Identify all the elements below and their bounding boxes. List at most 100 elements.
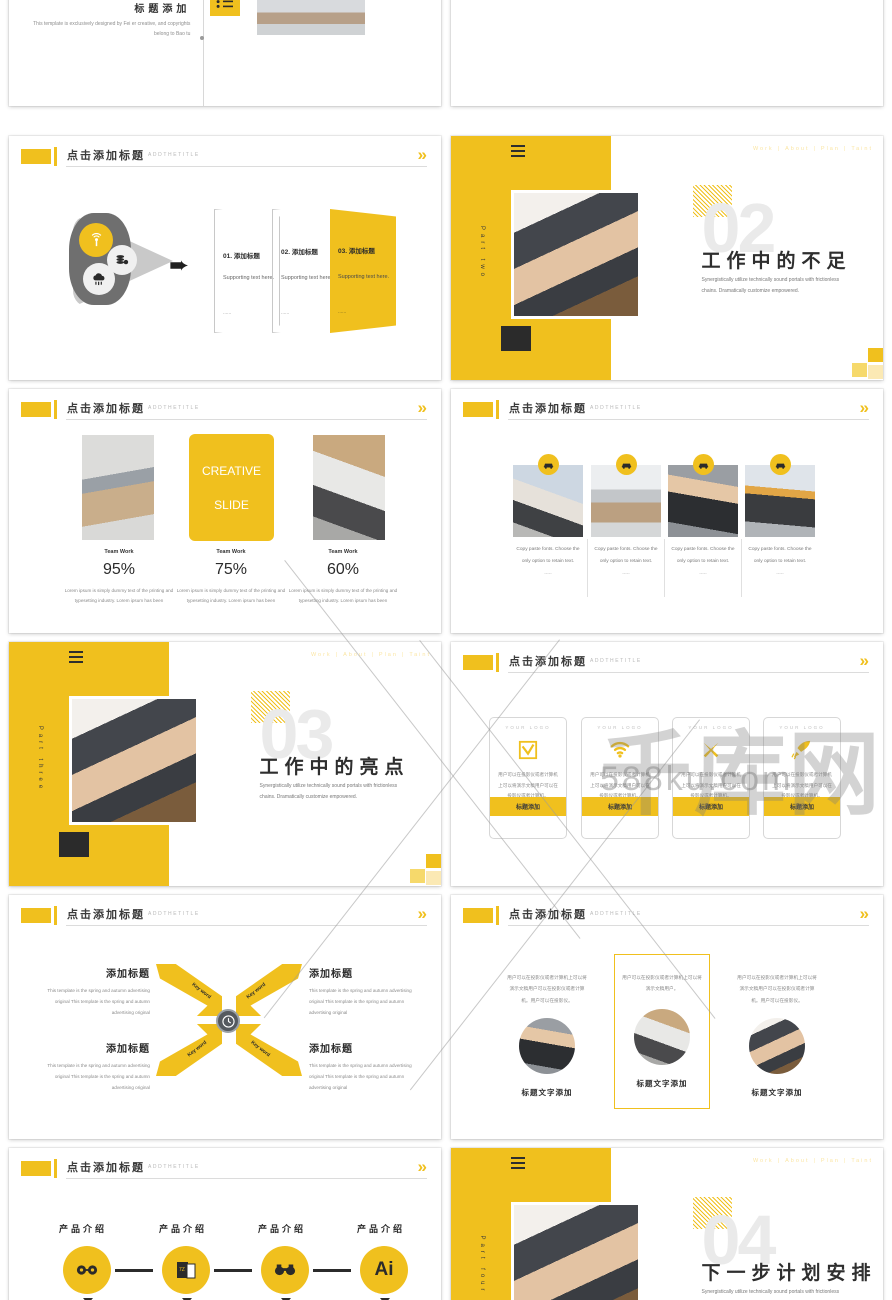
page-subtitle: ADDTHETITLE bbox=[590, 911, 642, 917]
binoculars-icon[interactable] bbox=[261, 1246, 309, 1294]
logo-card[interactable]: YOUR LOGO 用户可以在投影仪或者计算机上可以将演示文稿用户可以在投影仪或… bbox=[489, 717, 567, 839]
nav-item-about[interactable]: About bbox=[785, 1158, 809, 1164]
section-nav[interactable]: Work | About | Plan | Taint bbox=[311, 652, 431, 658]
funnel-panel-highlight[interactable]: 03. 添加标题 Supporting text here. ...... bbox=[330, 209, 396, 333]
quadrant-title: 添加标题 bbox=[309, 969, 353, 980]
connector-line bbox=[115, 1269, 153, 1272]
nav-item-plan[interactable]: Plan bbox=[821, 1158, 840, 1164]
nav-item-work[interactable]: Work bbox=[753, 146, 774, 152]
nav-item-plan[interactable]: Plan bbox=[379, 652, 398, 658]
quadrant-block: 添加标题 This template is the spring and aut… bbox=[45, 965, 150, 1018]
header-rule bbox=[66, 419, 427, 420]
slide-header: 点击添加标题 ADDTHETITLE » bbox=[9, 1148, 441, 1188]
hamburger-icon[interactable] bbox=[69, 651, 84, 666]
funnel-panel[interactable]: 02. 添加标题 Supporting text here. ...... bbox=[272, 209, 338, 333]
quadrant-text: This template is the spring and autumn a… bbox=[309, 988, 412, 1016]
header-rule bbox=[66, 925, 427, 926]
logo-card[interactable]: YOUR LOGO 用户可以在投影仪或者计算机上可以将演示文稿用户可以在投影仪或… bbox=[763, 717, 841, 839]
panel-number: 02. bbox=[281, 249, 291, 256]
logo-card[interactable]: YOUR LOGO 用户可以在投影仪或者计算机上可以将演示文稿用户可以在投影仪或… bbox=[672, 717, 750, 839]
caption-dots: ----- bbox=[622, 571, 630, 576]
photo-caption: Copy paste fonts. Choose the only option… bbox=[513, 544, 583, 576]
chevron-right-icon[interactable]: » bbox=[860, 905, 869, 922]
section-heading: 工作中的不足 bbox=[701, 250, 852, 272]
chevron-right-icon[interactable]: » bbox=[418, 399, 427, 416]
chevron-right-icon[interactable]: » bbox=[418, 1158, 427, 1175]
card-button[interactable]: 标题添加 bbox=[764, 797, 840, 816]
decor-black-square bbox=[500, 326, 531, 351]
slide-part-four[interactable]: Work | About | Plan | Taint Part four 04 下一步计划… bbox=[451, 1148, 883, 1300]
slide-header: 点击添加标题 ADDTHETITLE » bbox=[9, 136, 441, 176]
slide-timeline-partial[interactable]: 标题添加 This template is exclusively design… bbox=[9, 0, 441, 106]
item-caption: 标题文字添加 bbox=[636, 1078, 688, 1088]
template-preview-page: 标题添加 This template is exclusively design… bbox=[0, 0, 892, 1300]
slide-header: 点击添加标题 ADDTHETITLE » bbox=[451, 389, 883, 429]
divider bbox=[741, 539, 742, 597]
nav-item-taint[interactable]: Taint bbox=[409, 652, 431, 658]
slide-bars-partial[interactable]: 42% 请在此处添加具体内容，文字尽量言简意赅。 输入标题 52% 请在此处添加… bbox=[451, 0, 883, 106]
chart-laptop-photo bbox=[745, 465, 815, 537]
nav-item-about[interactable]: About bbox=[343, 652, 367, 658]
chevron-right-icon[interactable]: » bbox=[418, 146, 427, 163]
nav-item-work[interactable]: Work bbox=[753, 1158, 774, 1164]
car-badge-icon bbox=[693, 454, 714, 475]
file-zip-icon[interactable]: 7Z bbox=[162, 1246, 210, 1294]
car-badge-icon bbox=[770, 454, 791, 475]
product-label: 产品介绍 bbox=[258, 1224, 307, 1234]
nav-item-taint[interactable]: Taint bbox=[851, 1158, 873, 1164]
funnel-panel[interactable]: 01. 添加标题 Supporting text here. ...... bbox=[214, 209, 280, 333]
card-logo-label: YOUR LOGO bbox=[505, 725, 551, 730]
item-caption: 标题文字添加 bbox=[521, 1087, 573, 1097]
wifi-icon bbox=[582, 740, 658, 763]
quadrant-text: This template is the spring and autumn a… bbox=[309, 1063, 412, 1091]
chevron-right-icon[interactable]: » bbox=[860, 652, 869, 669]
slide-arrows[interactable]: 点击添加标题 ADDTHETITLE » Key word Key word K… bbox=[9, 895, 441, 1139]
circle-item-highlight[interactable]: 用户可以在投影仪或者计算机上可以将演示文稿用户。 标题文字添加 bbox=[614, 954, 710, 1109]
slide-logo-cards[interactable]: 点击添加标题 ADDTHETITLE » YOUR LOGO 用户可以在投影仪或… bbox=[451, 642, 883, 886]
nav-item-taint[interactable]: Taint bbox=[851, 146, 873, 152]
card-button[interactable]: 标题添加 bbox=[490, 797, 566, 816]
circle-item[interactable]: 用户可以在投影仪或者计算机上可以将演示文稿用户可以在投影仪或者计算机。用户可以在… bbox=[729, 957, 825, 1109]
header-tick bbox=[496, 906, 499, 925]
glasses-icon[interactable] bbox=[63, 1246, 111, 1294]
section-nav[interactable]: Work | About | Plan | Taint bbox=[753, 146, 873, 152]
nav-item-plan[interactable]: Plan bbox=[821, 146, 840, 152]
slide-teamwork[interactable]: 点击添加标题 ADDTHETITLE » CREATIVE SLIDE Team… bbox=[9, 389, 441, 633]
part-label: Part three bbox=[37, 725, 44, 793]
hamburger-icon[interactable] bbox=[511, 1157, 526, 1172]
slide-funnel[interactable]: 点击添加标题 ADDTHETITLE » ➨ 01. 添加标题 Supporti… bbox=[9, 136, 441, 380]
item-label: Team Work bbox=[328, 549, 358, 555]
header-tick bbox=[54, 400, 57, 419]
clock-icon bbox=[216, 1009, 240, 1033]
slide-part-two[interactable]: Work | About | Plan | Taint Part two 02 工作中的不足… bbox=[451, 136, 883, 380]
ai-icon[interactable]: Ai bbox=[360, 1246, 408, 1294]
slide-product[interactable]: 点击添加标题 ADDTHETITLE » 产品介绍 产品介绍 产品介绍 产品介绍… bbox=[9, 1148, 441, 1300]
page-title: 点击添加标题 bbox=[509, 909, 587, 921]
header-rule bbox=[66, 166, 427, 167]
header-block bbox=[21, 908, 51, 923]
nav-item-work[interactable]: Work bbox=[311, 652, 332, 658]
chevron-right-icon[interactable]: » bbox=[860, 399, 869, 416]
product-label: 产品介绍 bbox=[159, 1224, 208, 1234]
page-subtitle: ADDTHETITLE bbox=[148, 1164, 200, 1170]
caption-text: Copy paste fonts. Choose the only option… bbox=[671, 547, 735, 564]
hamburger-icon[interactable] bbox=[511, 145, 526, 160]
nav-item-about[interactable]: About bbox=[785, 146, 809, 152]
decor-black-square bbox=[58, 832, 89, 857]
product-label: 产品介绍 bbox=[357, 1224, 406, 1234]
slide-circles[interactable]: 点击添加标题 ADDTHETITLE » 用户可以在投影仪或者计算机上可以将演示… bbox=[451, 895, 883, 1139]
quadrant-text: This template is the spring and autumn a… bbox=[47, 988, 150, 1016]
logo-card[interactable]: YOUR LOGO 用户可以在投影仪或者计算机上可以将演示文稿用户可以在投影仪或… bbox=[581, 717, 659, 839]
slide-part-three[interactable]: Work | About | Plan | Taint Part three 03 工作中的… bbox=[9, 642, 441, 886]
panel-title: 添加标题 bbox=[291, 249, 318, 256]
chevron-right-icon[interactable]: » bbox=[418, 905, 427, 922]
slide-four-photos[interactable]: 点击添加标题 ADDTHETITLE » Copy paste fonts. C… bbox=[451, 389, 883, 633]
page-subtitle: ADDTHETITLE bbox=[590, 405, 642, 411]
circle-item[interactable]: 用户可以在投影仪或者计算机上可以将演示文稿用户可以在投影仪或者计算机。用户可以在… bbox=[499, 957, 595, 1109]
section-nav[interactable]: Work | About | Plan | Taint bbox=[753, 1158, 873, 1164]
card-logo-label: YOUR LOGO bbox=[688, 725, 734, 730]
arrow-diagram: Key word Key word Key word Key word bbox=[154, 960, 304, 1080]
card-button[interactable]: 标题添加 bbox=[582, 797, 658, 816]
card-button[interactable]: 标题添加 bbox=[673, 797, 749, 816]
entry-title: 标题添加 bbox=[134, 4, 191, 15]
